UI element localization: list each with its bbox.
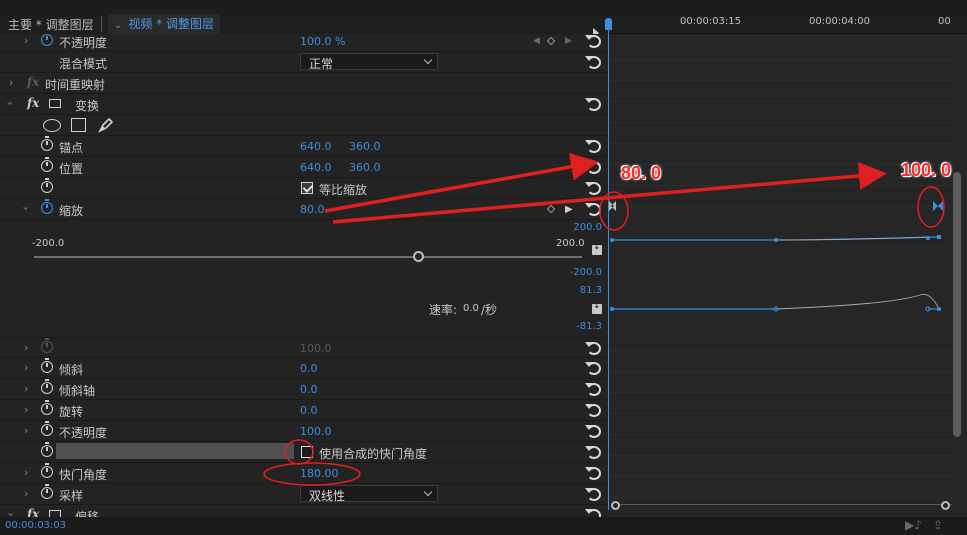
annotation-label-start: 80. 0: [621, 163, 662, 183]
annotation-arrows: [324, 152, 945, 231]
annotation-circle: [917, 186, 945, 228]
annotation-arrow: [332, 161, 887, 224]
annotation-label-end: 100. 0: [901, 160, 952, 180]
